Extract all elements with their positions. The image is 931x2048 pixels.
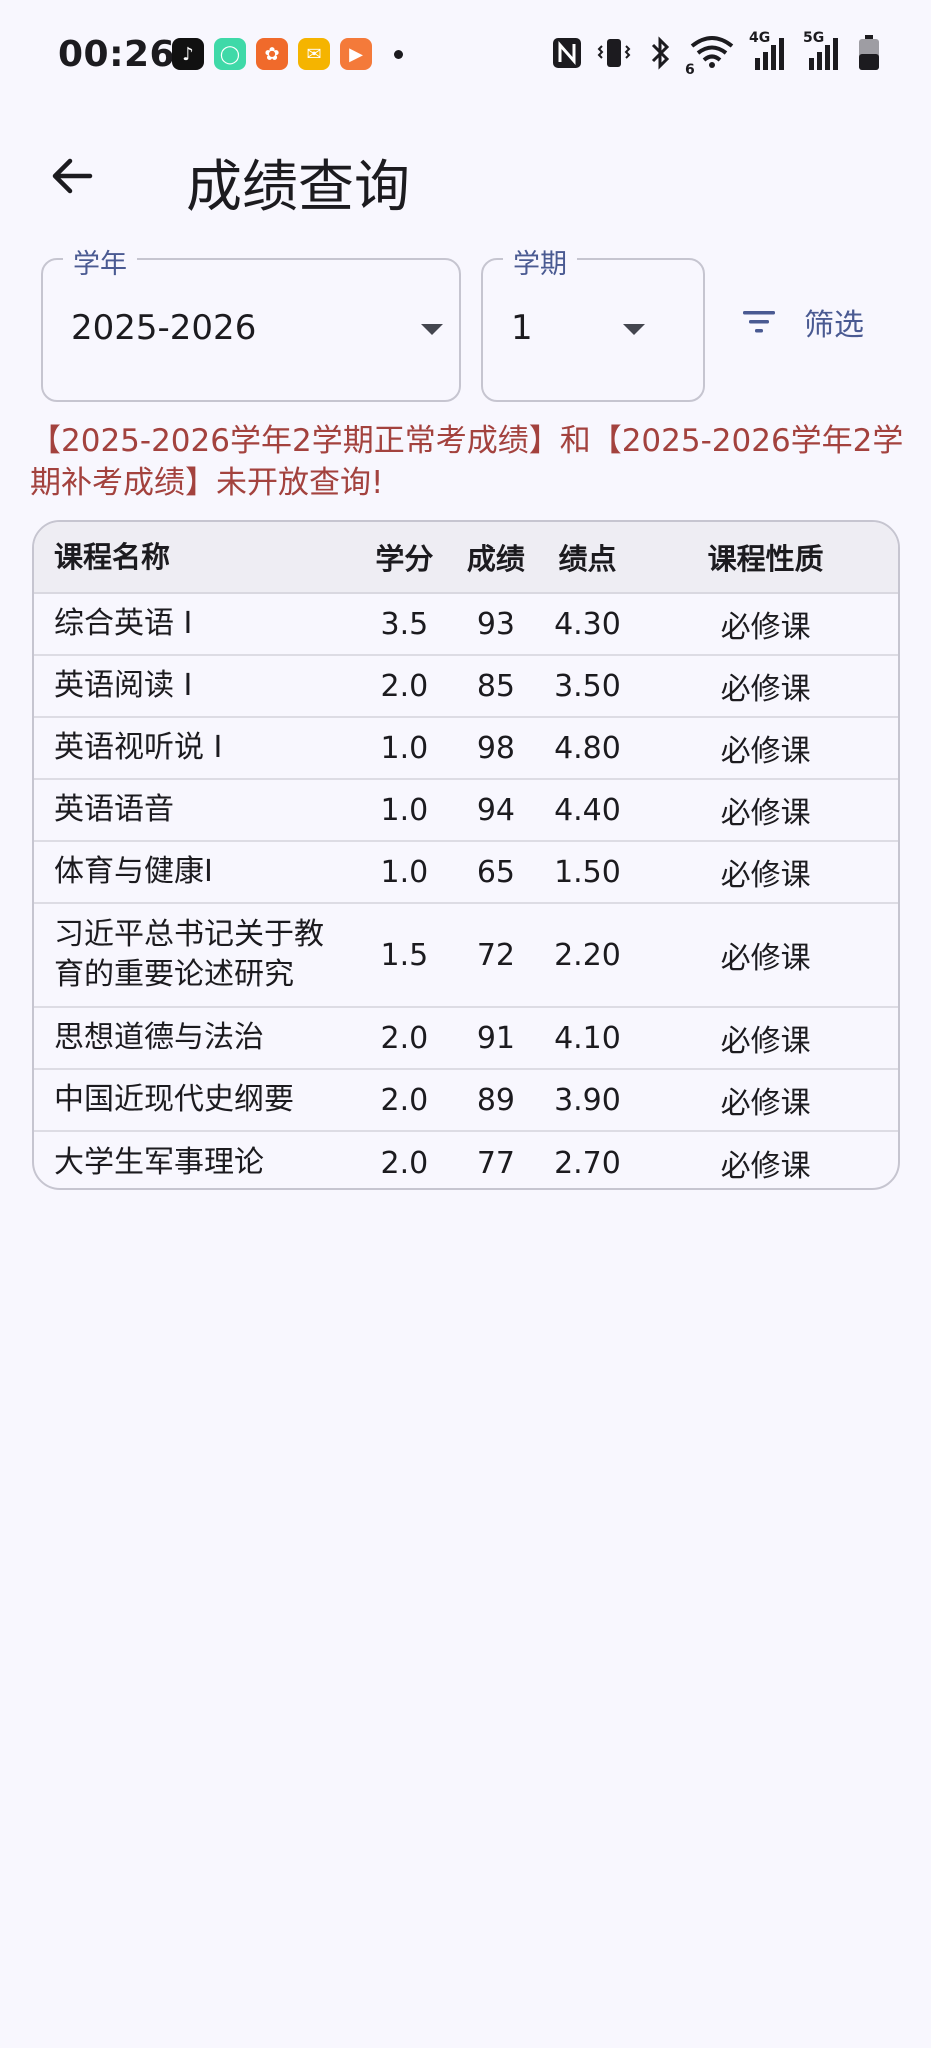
course-type: 必修课	[720, 610, 811, 645]
course-gpa: 2.70	[554, 1145, 621, 1181]
course-credit: 2.0	[380, 1082, 429, 1118]
table-row: 英语视听说 I 1.0 98 4.80 必修课	[34, 718, 898, 780]
course-gpa: 4.40	[554, 792, 621, 828]
course-name: 英语阅读 I	[54, 668, 193, 703]
video-app-icon: ▶	[340, 38, 372, 70]
status-bar: 00:26 ♪ ◯ ✿ ✉ ▶ 6 4G 5G	[0, 0, 931, 110]
course-gpa: 2.20	[554, 937, 621, 973]
table-row: 体育与健康I 1.0 65 1.50 必修课	[34, 842, 898, 904]
course-score: 89	[476, 1082, 515, 1118]
course-type: 必修课	[720, 1149, 811, 1184]
course-gpa: 3.90	[554, 1082, 621, 1118]
bluetooth-icon	[651, 36, 670, 70]
course-credit: 3.5	[380, 606, 429, 642]
course-score: 77	[476, 1145, 515, 1181]
app-bar: 成绩查询	[0, 120, 931, 230]
header-credit: 学分	[375, 542, 434, 576]
course-score: 65	[476, 854, 515, 890]
course-type: 必修课	[720, 1086, 811, 1121]
course-name: 习近平总书记关于教育的重要论述研究	[54, 917, 324, 992]
table-row: 思想道德与法治 2.0 91 4.10 必修课	[34, 1008, 898, 1070]
course-score: 93	[476, 606, 515, 642]
system-icons: 6 4G 5G	[551, 30, 881, 78]
course-type: 必修课	[720, 734, 811, 769]
year-dropdown[interactable]: 学年 2025-2026	[41, 242, 461, 402]
course-score: 85	[476, 668, 515, 704]
course-name: 综合英语 I	[54, 606, 193, 641]
course-gpa: 4.30	[554, 606, 621, 642]
header-score: 成绩	[466, 542, 525, 576]
course-type: 必修课	[720, 796, 811, 831]
course-credit: 1.0	[380, 792, 429, 828]
back-button[interactable]	[44, 148, 100, 204]
term-value: 1	[511, 308, 533, 348]
course-type: 必修课	[720, 858, 811, 893]
course-score: 94	[476, 792, 515, 828]
header-course-type: 课程性质	[707, 542, 824, 576]
course-credit: 2.0	[380, 668, 429, 704]
course-credit: 2.0	[380, 1020, 429, 1056]
course-credit: 1.0	[380, 854, 429, 890]
nfc-icon	[553, 38, 581, 68]
header-gpa: 绩点	[558, 542, 617, 576]
course-credit: 1.5	[380, 937, 429, 973]
status-time: 00:26	[58, 34, 176, 75]
course-name: 大学生军事理论	[54, 1145, 264, 1180]
more-notifications-icon	[394, 49, 403, 59]
tiktok-icon: ♪	[172, 38, 204, 70]
course-name: 体育与健康I	[54, 854, 213, 889]
dropdown-arrow-icon	[623, 324, 645, 335]
header-course-name: 课程名称	[54, 540, 171, 574]
page-title: 成绩查询	[186, 155, 410, 220]
mail-icon: ✉	[298, 38, 330, 70]
course-name: 思想道德与法治	[54, 1020, 264, 1055]
table-row: 大学生军事理论 2.0 77 2.70 必修课	[34, 1132, 898, 1188]
grades-table: 课程名称 学分 成绩 绩点 课程性质 综合英语 I 3.5 93 4.30 必修…	[32, 520, 900, 1190]
table-row: 中国近现代史纲要 2.0 89 3.90 必修课	[34, 1070, 898, 1132]
signal-5g-icon: 5G	[803, 30, 843, 72]
table-row: 英语阅读 I 2.0 85 3.50 必修课	[34, 656, 898, 718]
year-value: 2025-2026	[71, 308, 257, 348]
signal-4g-icon: 4G	[749, 30, 789, 72]
table-header: 课程名称 学分 成绩 绩点 课程性质	[34, 522, 898, 594]
course-score: 72	[476, 937, 516, 973]
vibrate-icon	[597, 39, 631, 67]
filter-label: 筛选	[804, 308, 864, 343]
filter-icon	[743, 311, 775, 333]
dropdown-arrow-icon	[421, 324, 443, 335]
course-type: 必修课	[720, 672, 811, 707]
course-credit: 2.0	[380, 1145, 429, 1181]
arrow-left-icon	[52, 158, 93, 194]
wifi-icon: 6	[685, 34, 735, 78]
table-row: 英语语音 1.0 94 4.40 必修课	[34, 780, 898, 842]
wifi-sub-label: 6	[685, 62, 695, 78]
table-row: 习近平总书记关于教育的重要论述研究 1.5 72 2.20 必修课	[34, 904, 898, 1008]
year-label: 学年	[63, 242, 137, 281]
course-gpa: 3.50	[554, 668, 621, 704]
course-name: 英语语音	[54, 792, 174, 827]
term-dropdown[interactable]: 学期 1	[481, 242, 705, 402]
course-gpa: 4.10	[554, 1020, 621, 1056]
filter-button[interactable]: 筛选	[742, 300, 864, 344]
course-credit: 1.0	[380, 730, 429, 766]
course-name: 中国近现代史纲要	[54, 1082, 294, 1117]
shopping-app-icon: ✿	[256, 38, 288, 70]
notice-text: 【2025-2026学年2学期正常考成绩】和【2025-2026学年2学期补考成…	[30, 423, 904, 501]
table-row: 综合英语 I 3.5 93 4.30 必修课	[34, 594, 898, 656]
notification-icons: ♪ ◯ ✿ ✉ ▶	[172, 38, 403, 70]
course-score: 91	[476, 1020, 515, 1056]
course-type: 必修课	[720, 1024, 811, 1059]
battery-icon	[859, 35, 879, 70]
course-gpa: 4.80	[554, 730, 621, 766]
course-name: 英语视听说 I	[54, 730, 223, 765]
course-type: 必修课	[720, 941, 811, 976]
chat-app-icon: ◯	[214, 38, 246, 70]
course-score: 98	[476, 730, 515, 766]
course-gpa: 1.50	[554, 854, 621, 890]
term-label: 学期	[503, 242, 577, 281]
